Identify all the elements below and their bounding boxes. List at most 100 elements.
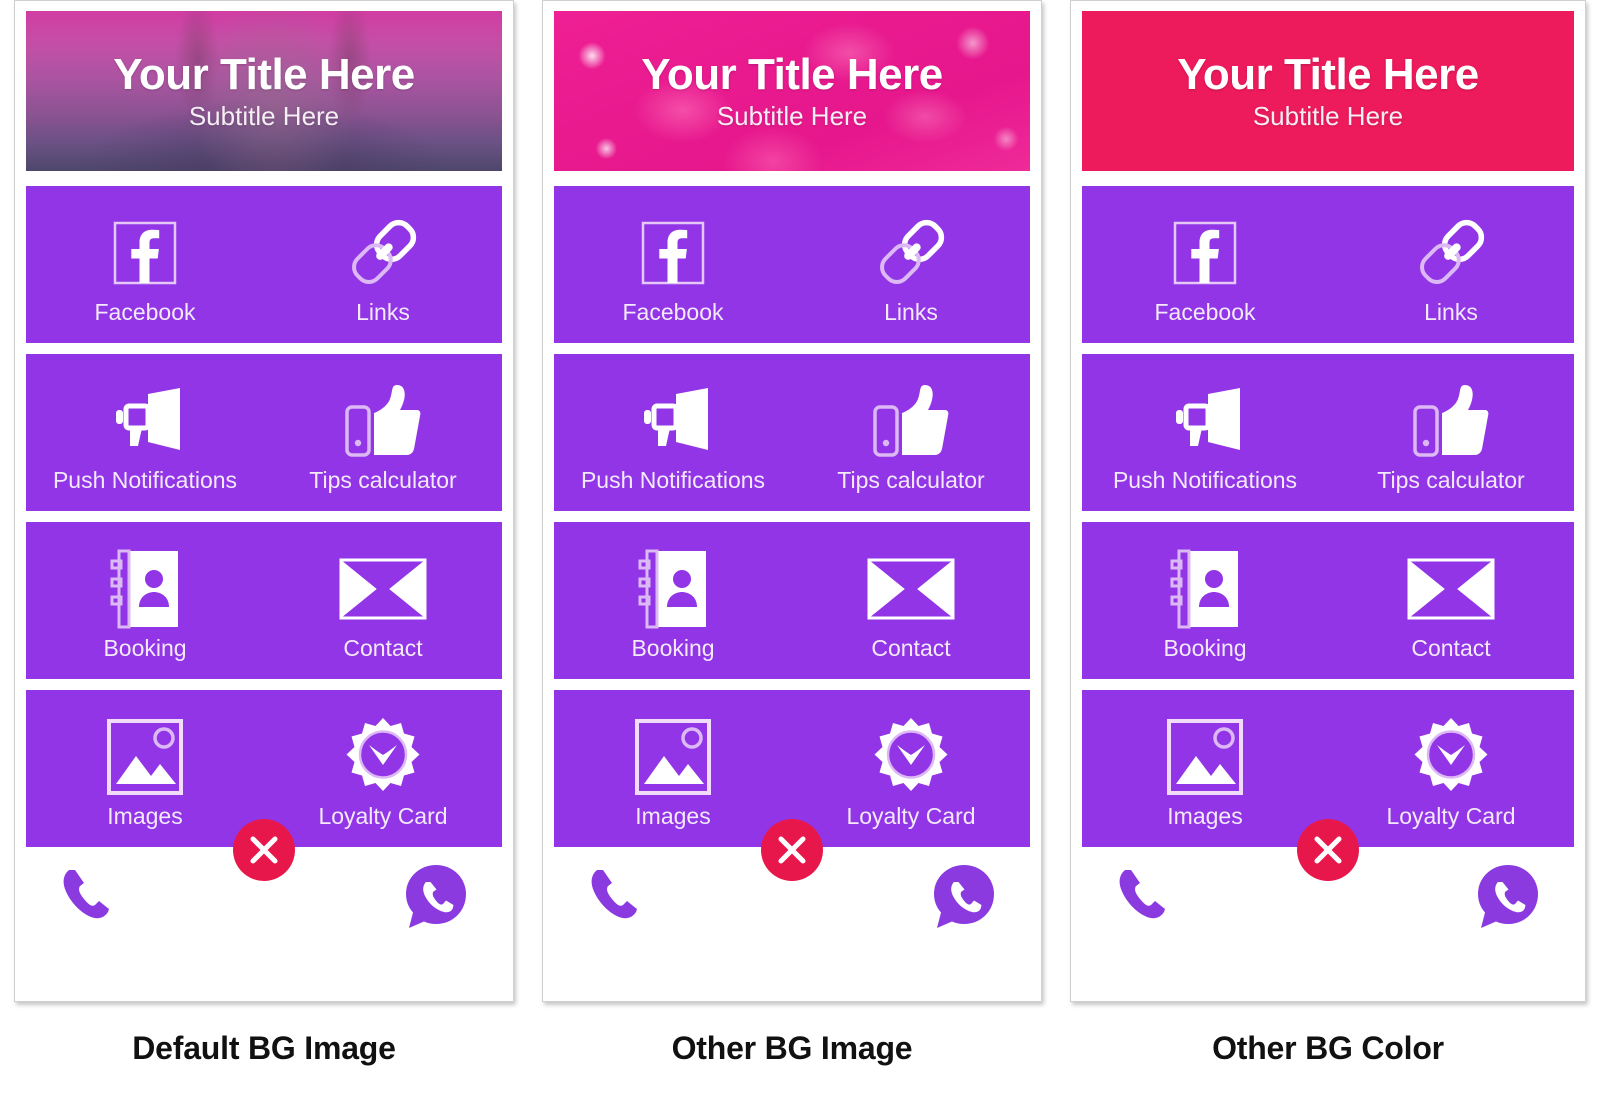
menu-tile-booking[interactable]: Booking: [554, 522, 792, 679]
comparison-board: Your Title Here Subtitle Here Facebook L…: [0, 0, 1600, 1096]
panel-caption: Other BG Image: [671, 1030, 913, 1066]
menu-tile-label: Loyalty Card: [846, 802, 976, 829]
app-header-banner: Your Title Here Subtitle Here: [1082, 11, 1574, 171]
header-spacer: [1082, 171, 1574, 186]
link-chain-icon: [1409, 210, 1493, 296]
megaphone-icon: [102, 378, 188, 464]
megaphone-icon: [1162, 378, 1248, 464]
row-spacer: [26, 343, 502, 354]
menu-tile-label: Facebook: [1154, 298, 1256, 325]
header-title: Your Title Here: [641, 50, 943, 99]
menu-tile-label: Push Notifications: [52, 466, 238, 493]
menu-tile-label: Contact: [1411, 634, 1491, 661]
badge-check-icon: [343, 714, 423, 800]
menu-tile-label: Booking: [631, 634, 715, 661]
header-subtitle: Subtitle Here: [188, 101, 340, 131]
whatsapp-icon[interactable]: [930, 863, 996, 931]
row-spacer: [1082, 679, 1574, 690]
close-button[interactable]: [1297, 819, 1359, 881]
phone-handset-icon[interactable]: [584, 863, 644, 923]
menu-tile-tips-calculator[interactable]: Tips calculator: [1328, 354, 1574, 511]
close-x-icon: [778, 836, 806, 864]
envelope-icon: [1407, 546, 1495, 632]
phone-handset-icon[interactable]: [1112, 863, 1172, 923]
menu-tile-label: Facebook: [94, 298, 196, 325]
menu-tile-loyalty-card[interactable]: Loyalty Card: [792, 690, 1030, 847]
menu-tile-label: Tips calculator: [1377, 466, 1525, 493]
menu-tile-links[interactable]: Links: [1328, 186, 1574, 343]
facebook-icon: [639, 210, 707, 296]
menu-tile-label: Loyalty Card: [318, 802, 448, 829]
menu-tile-label: Tips calculator: [837, 466, 985, 493]
menu-tile-images[interactable]: Images: [554, 690, 792, 847]
menu-tile-facebook[interactable]: Facebook: [26, 186, 264, 343]
address-book-icon: [638, 546, 708, 632]
row-spacer: [554, 679, 1030, 690]
phone-handset-icon[interactable]: [56, 863, 116, 923]
close-button[interactable]: [761, 819, 823, 881]
phone-mockup: Your Title Here Subtitle Here Facebook L…: [14, 0, 514, 1002]
thumbs-up-icon: [344, 378, 422, 464]
close-button[interactable]: [233, 819, 295, 881]
menu-tile-booking[interactable]: Booking: [26, 522, 264, 679]
menu-row: Booking Contact: [554, 522, 1030, 679]
menu-row: Push Notifications Tips calculator: [1082, 354, 1574, 511]
menu-tile-label: Images: [635, 802, 711, 829]
menu-tile-push-notifications[interactable]: Push Notifications: [1082, 354, 1328, 511]
menu-tile-tips-calculator[interactable]: Tips calculator: [264, 354, 502, 511]
menu-tile-label: Loyalty Card: [1386, 802, 1516, 829]
menu-tile-push-notifications[interactable]: Push Notifications: [554, 354, 792, 511]
menu-row: Facebook Links: [26, 186, 502, 343]
menu-row: Facebook Links: [1082, 186, 1574, 343]
menu-tile-label: Links: [356, 298, 410, 325]
row-spacer: [26, 511, 502, 522]
menu-tile-contact[interactable]: Contact: [792, 522, 1030, 679]
menu-tile-label: Contact: [871, 634, 951, 661]
picture-icon: [634, 714, 712, 800]
menu-row: Push Notifications Tips calculator: [554, 354, 1030, 511]
menu-tile-push-notifications[interactable]: Push Notifications: [26, 354, 264, 511]
facebook-icon: [1171, 210, 1239, 296]
menu-tile-label: Contact: [343, 634, 423, 661]
menu-tile-facebook[interactable]: Facebook: [554, 186, 792, 343]
row-spacer: [554, 511, 1030, 522]
menu-tile-links[interactable]: Links: [792, 186, 1030, 343]
close-x-icon: [1314, 836, 1342, 864]
badge-check-icon: [871, 714, 951, 800]
menu-tile-label: Links: [884, 298, 938, 325]
menu-tile-contact[interactable]: Contact: [1328, 522, 1574, 679]
whatsapp-icon[interactable]: [1474, 863, 1540, 931]
panel-caption: Other BG Color: [1212, 1030, 1444, 1066]
link-chain-icon: [341, 210, 425, 296]
menu-tile-label: Images: [107, 802, 183, 829]
phone-mockup: Your Title Here Subtitle Here Facebook L…: [1070, 0, 1586, 1002]
menu-tile-booking[interactable]: Booking: [1082, 522, 1328, 679]
address-book-icon: [1170, 546, 1240, 632]
badge-check-icon: [1411, 714, 1491, 800]
thumbs-up-icon: [1412, 378, 1490, 464]
app-header-banner: Your Title Here Subtitle Here: [26, 11, 502, 171]
facebook-icon: [111, 210, 179, 296]
menu-tile-contact[interactable]: Contact: [264, 522, 502, 679]
menu-tile-loyalty-card[interactable]: Loyalty Card: [264, 690, 502, 847]
picture-icon: [1166, 714, 1244, 800]
menu-tile-tips-calculator[interactable]: Tips calculator: [792, 354, 1030, 511]
menu-tile-label: Tips calculator: [309, 466, 457, 493]
menu-tile-images[interactable]: Images: [26, 690, 264, 847]
menu-tile-label: Booking: [1163, 634, 1247, 661]
megaphone-icon: [630, 378, 716, 464]
menu-tile-images[interactable]: Images: [1082, 690, 1328, 847]
menu-tile-loyalty-card[interactable]: Loyalty Card: [1328, 690, 1574, 847]
menu-row: Push Notifications Tips calculator: [26, 354, 502, 511]
menu-tile-label: Push Notifications: [580, 466, 766, 493]
whatsapp-icon[interactable]: [402, 863, 468, 931]
header-subtitle: Subtitle Here: [716, 101, 868, 131]
row-spacer: [1082, 511, 1574, 522]
menu-tile-links[interactable]: Links: [264, 186, 502, 343]
menu-tile-facebook[interactable]: Facebook: [1082, 186, 1328, 343]
menu-row: Booking Contact: [26, 522, 502, 679]
header-spacer: [26, 171, 502, 186]
address-book-icon: [110, 546, 180, 632]
menu-tile-label: Push Notifications: [1112, 466, 1298, 493]
header-title: Your Title Here: [113, 50, 415, 99]
